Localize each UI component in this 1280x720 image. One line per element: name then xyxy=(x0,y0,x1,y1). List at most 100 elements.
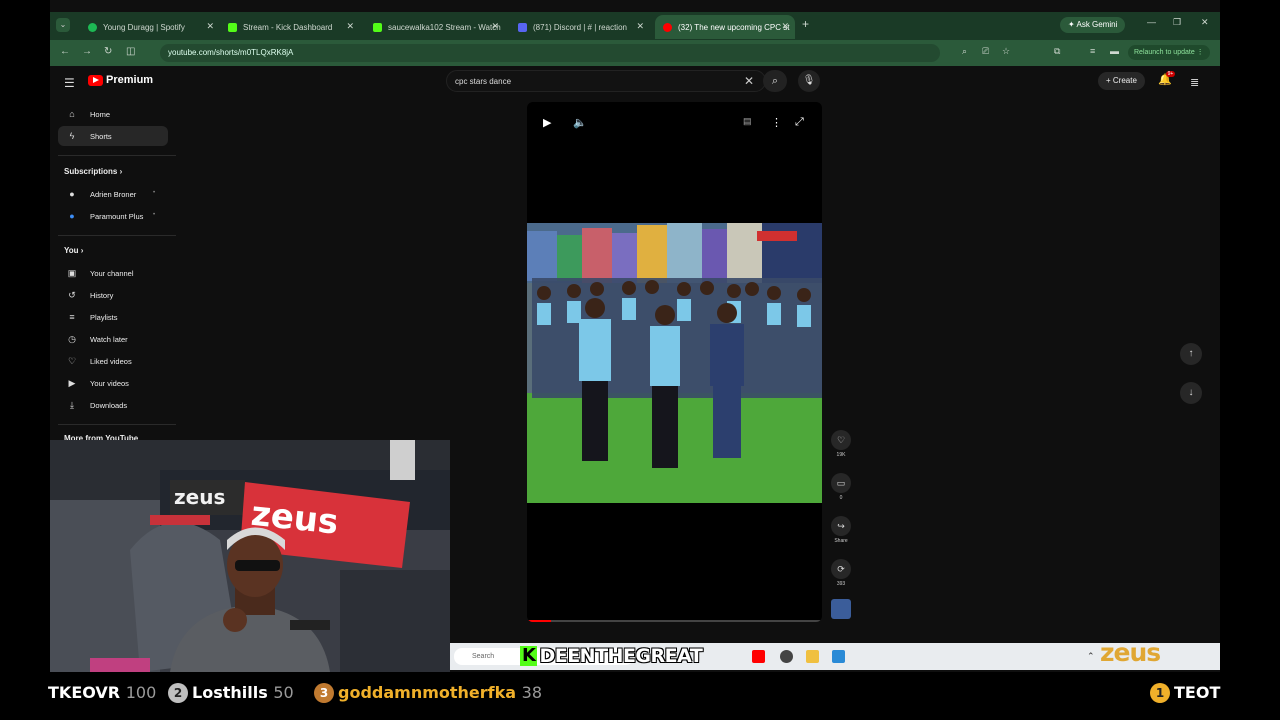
account-menu-icon[interactable]: ≣ xyxy=(1190,76,1199,89)
tab-kick-dashboard[interactable]: Stream - Kick Dashboard ✕ xyxy=(220,15,360,39)
tab-kick-stream[interactable]: saucewalka102 Stream - Watch ✕ xyxy=(365,15,505,39)
install-app-icon[interactable]: ⎚ xyxy=(982,46,989,57)
minimize-icon[interactable]: — xyxy=(1147,17,1156,27)
tab-search-icon[interactable]: ⌄ xyxy=(56,18,70,32)
create-button[interactable]: + Create xyxy=(1098,72,1145,90)
shorts-player[interactable]: ▶ 🔈 ▤ ⋮ ⤢ xyxy=(527,102,822,622)
close-icon[interactable]: ✕ xyxy=(206,21,214,32)
tab-spotify[interactable]: Young Duragg | Spotify ✕ xyxy=(80,15,220,39)
sidebar-item-label: Liked videos xyxy=(90,356,132,366)
heading-label: You xyxy=(64,246,79,255)
voice-search-icon[interactable]: 🎙 xyxy=(798,70,820,92)
volume-icon[interactable]: 🔈 xyxy=(573,116,587,129)
back-icon[interactable]: ← xyxy=(60,46,70,57)
relaunch-label: Relaunch to update xyxy=(1134,49,1195,56)
leaderboard-entry: TKEOVR 100 xyxy=(48,683,156,702)
channel-avatar: ● xyxy=(69,189,75,199)
relaunch-button[interactable]: Relaunch to update ⋮ xyxy=(1128,45,1210,60)
captions-icon[interactable]: ▤ xyxy=(743,116,752,127)
sidebar-item-home[interactable]: ⌂ Home xyxy=(58,104,168,124)
zeus-sponsor-logo: zeus xyxy=(1100,638,1161,667)
your-videos-icon: ▶ xyxy=(68,377,76,388)
subscriptions-heading[interactable]: Subscriptions › xyxy=(64,167,122,176)
you-heading[interactable]: You › xyxy=(64,246,83,255)
search-button[interactable]: ⌕ xyxy=(763,70,787,92)
rank-badge: 1 xyxy=(1150,683,1170,703)
youtube-logo-icon xyxy=(88,74,103,86)
history-icon: ↺ xyxy=(68,289,76,300)
video-progress-bar[interactable] xyxy=(527,620,822,622)
sidebar-item-watch-later[interactable]: ◷ Watch later xyxy=(58,329,168,349)
zoom-icon[interactable]: ⌕ xyxy=(962,46,967,57)
sidebar-item-your-channel[interactable]: ▣ Your channel xyxy=(58,263,168,283)
play-icon[interactable]: ▶ xyxy=(543,116,551,129)
media-controls-icon[interactable]: ≡ xyxy=(1090,46,1095,56)
your-channel-icon: ▣ xyxy=(67,267,77,278)
close-icon[interactable]: ✕ xyxy=(346,21,354,32)
entry-name: Losthills xyxy=(192,683,268,702)
tab-youtube[interactable]: (32) The new upcoming CPC st ✕ xyxy=(655,15,795,39)
discord-icon xyxy=(518,22,527,32)
sidebar-item-paramount-plus[interactable]: ● Paramount Plus xyxy=(58,206,168,226)
fullscreen-icon[interactable]: ⤢ xyxy=(795,116,804,129)
hamburger-menu-icon[interactable]: ☰ xyxy=(64,76,75,90)
next-short-button[interactable]: ↓ xyxy=(1180,382,1202,404)
previous-short-button[interactable]: ↑ xyxy=(1180,343,1202,365)
like-button[interactable]: ♡ 19K xyxy=(830,430,852,458)
more-options-icon[interactable]: ⋮ xyxy=(771,116,782,129)
rank-badge: 3 xyxy=(314,683,334,703)
divider xyxy=(58,235,176,236)
app-icon[interactable] xyxy=(832,650,845,663)
maximize-icon[interactable]: ❐ xyxy=(1173,17,1181,28)
tab-title: (871) Discord | # | reaction xyxy=(533,22,627,32)
sidebar-item-label: Watch later xyxy=(90,334,128,344)
close-window-icon[interactable]: ✕ xyxy=(1201,17,1209,28)
sidebar-item-label: Home xyxy=(90,109,111,119)
zeus-banner-text: zeus xyxy=(174,485,225,509)
remix-button[interactable]: ⟳ 393 xyxy=(830,559,852,587)
address-bar[interactable]: youtube.com/shorts/m0TLQxRK8jA xyxy=(160,44,940,62)
split-view-icon[interactable]: ◫ xyxy=(126,46,135,57)
remix-count: 393 xyxy=(836,581,846,587)
sidebar-item-downloads[interactable]: ⤓ Downloads xyxy=(58,395,168,415)
sidebar-item-your-videos[interactable]: ▶ Your videos xyxy=(58,373,168,393)
close-icon[interactable]: ✕ xyxy=(491,21,499,32)
sidebar-item-label: History xyxy=(90,290,114,300)
sidebar-item-label: Adrien Broner xyxy=(90,189,137,199)
reload-icon[interactable]: ↻ xyxy=(104,46,112,57)
sidebar-item-history[interactable]: ↺ History xyxy=(58,285,168,305)
ask-gemini-button[interactable]: ✦ Ask Gemini xyxy=(1060,17,1126,33)
youtube-app-icon[interactable] xyxy=(752,650,765,663)
kick-logo: K xyxy=(520,645,538,666)
webcam-overlay: zeus zeus xyxy=(50,440,450,672)
chrome-icon[interactable] xyxy=(780,650,793,663)
forward-icon[interactable]: → xyxy=(82,46,92,57)
clear-search-icon[interactable]: ✕ xyxy=(744,74,754,88)
comments-button[interactable]: ▭ 0 xyxy=(830,473,852,501)
spotify-icon xyxy=(88,22,97,32)
heading-label: Subscriptions xyxy=(64,167,118,176)
close-icon[interactable]: ✕ xyxy=(636,21,644,32)
tab-discord[interactable]: (871) Discord | # | reaction ✕ xyxy=(510,15,650,39)
remix-icon: ⟳ xyxy=(831,559,851,579)
search-input[interactable]: cpc stars dance xyxy=(446,70,766,92)
sidebar-icon[interactable]: ▬ xyxy=(1110,46,1119,56)
thumbs-up-icon: ♡ xyxy=(67,355,77,366)
sidebar-item-adrien-broner[interactable]: ● Adrien Broner xyxy=(58,184,168,204)
close-icon[interactable]: ✕ xyxy=(781,21,789,32)
entry-count: 100 xyxy=(125,683,157,702)
new-tab-button[interactable]: + xyxy=(802,17,809,31)
tray-chevron-icon[interactable]: ⌃ xyxy=(1087,651,1095,662)
channel-avatar[interactable] xyxy=(831,599,851,619)
youtube-premium-logo[interactable]: Premium xyxy=(88,74,153,86)
like-icon: ♡ xyxy=(831,430,851,450)
sidebar-item-shorts[interactable]: ϟ Shorts xyxy=(58,126,168,146)
file-explorer-icon[interactable] xyxy=(806,650,819,663)
sidebar-item-liked-videos[interactable]: ♡ Liked videos xyxy=(58,351,168,371)
sidebar-item-playlists[interactable]: ≡ Playlists xyxy=(58,307,168,327)
share-button[interactable]: ↪ Share xyxy=(830,516,852,544)
extensions-icon[interactable]: ⧉ xyxy=(1054,46,1060,57)
bookmark-star-icon[interactable]: ☆ xyxy=(1002,46,1010,57)
youtube-icon xyxy=(663,22,672,32)
entry-name: goddamnmotherfka xyxy=(338,683,517,702)
